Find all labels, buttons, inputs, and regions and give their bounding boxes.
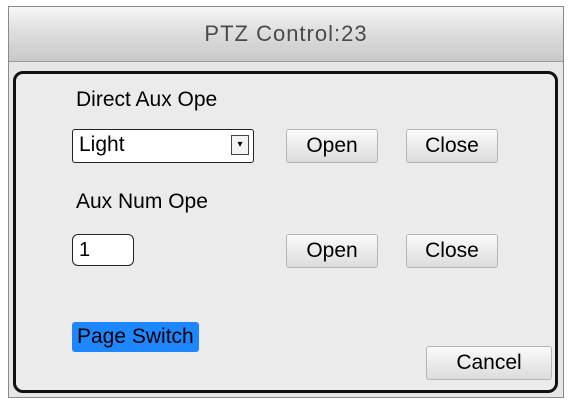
num-open-button[interactable]: Open [286,234,378,268]
aux-num-label: Aux Num Ope [76,190,208,213]
direct-aux-label: Direct Aux Ope [76,88,218,111]
chevron-down-icon[interactable]: ▾ [231,135,249,155]
num-close-button[interactable]: Close [406,234,498,268]
direct-open-button[interactable]: Open [286,129,378,163]
ptz-control-dialog: PTZ Control:23 Direct Aux Ope Light ▾ Op… [8,6,564,398]
direct-close-button[interactable]: Close [406,129,498,163]
aux-number-input[interactable]: 1 [72,234,134,266]
cancel-button[interactable]: Cancel [426,346,552,380]
aux-function-value: Light [79,133,125,156]
page-switch-button[interactable]: Page Switch [72,322,199,352]
dialog-title: PTZ Control:23 [9,7,563,62]
aux-function-select[interactable]: Light ▾ [72,129,254,163]
aux-panel: Direct Aux Ope Light ▾ Open Close Aux Nu… [13,71,558,393]
